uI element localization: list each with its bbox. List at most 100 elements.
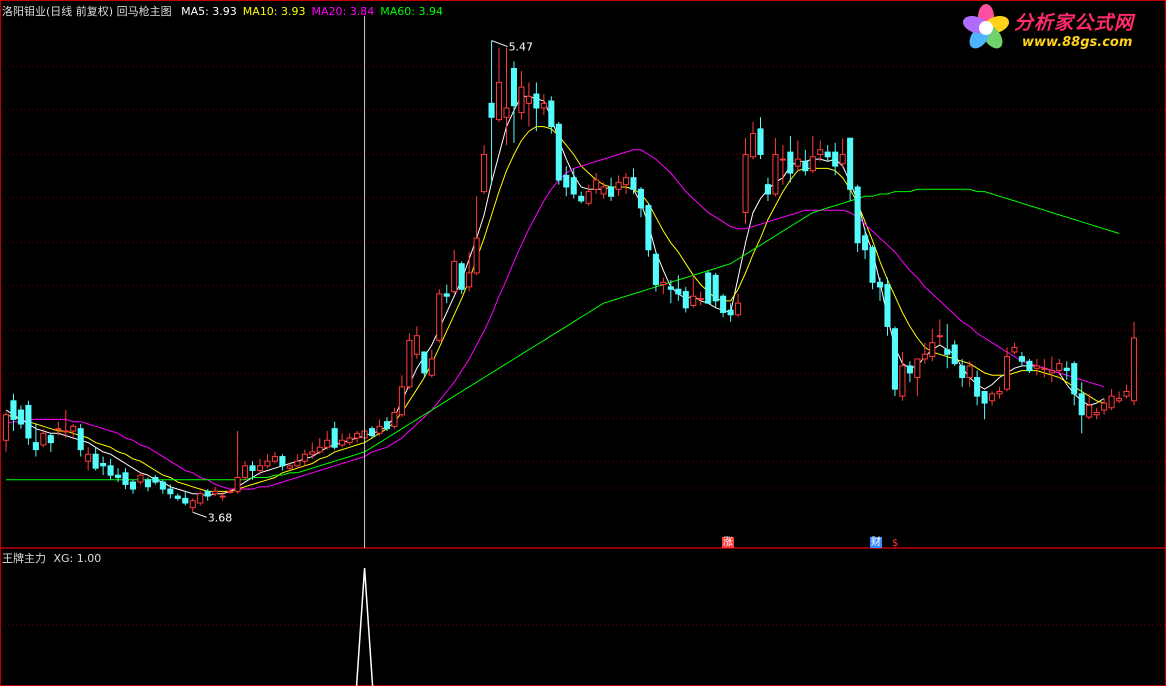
candle bbox=[1018, 351, 1025, 366]
candle-body bbox=[92, 453, 99, 469]
ma-line-ma5 bbox=[5, 95, 1105, 497]
candle bbox=[510, 61, 518, 143]
candle bbox=[1101, 398, 1108, 415]
candle bbox=[525, 82, 532, 127]
candle-body bbox=[951, 344, 958, 365]
candle bbox=[608, 177, 615, 201]
candle-body bbox=[1093, 411, 1100, 416]
candle-body bbox=[391, 411, 398, 427]
candle bbox=[735, 293, 742, 318]
candle-body bbox=[1041, 367, 1048, 370]
candle bbox=[92, 447, 99, 471]
candle-body bbox=[914, 358, 921, 379]
candle-body bbox=[47, 435, 54, 444]
candle-body bbox=[25, 404, 32, 439]
candle-body bbox=[727, 309, 734, 316]
candle bbox=[144, 477, 151, 492]
candle-body bbox=[1056, 363, 1063, 372]
ma-legend-item: MA20: 3.84 bbox=[311, 5, 375, 18]
candle bbox=[458, 261, 465, 294]
candle-body bbox=[1101, 402, 1108, 411]
candle-body bbox=[981, 390, 988, 404]
candle-body bbox=[182, 497, 189, 504]
candle-body bbox=[593, 179, 600, 190]
candle bbox=[749, 121, 757, 160]
candle bbox=[645, 203, 652, 257]
candle bbox=[1071, 361, 1078, 406]
candle-body bbox=[204, 490, 211, 497]
candle bbox=[339, 433, 346, 448]
logo-url: www.88gs.com bbox=[1022, 35, 1133, 50]
candle-body bbox=[279, 456, 286, 467]
candle-body bbox=[735, 302, 742, 316]
candle-body bbox=[77, 428, 84, 451]
candle bbox=[100, 456, 107, 476]
event-marker[interactable]: 涨 bbox=[722, 537, 734, 548]
candle bbox=[481, 145, 488, 194]
candle bbox=[869, 245, 876, 290]
ma-line-ma60 bbox=[6, 188, 1120, 481]
candle bbox=[742, 138, 749, 225]
candle bbox=[264, 454, 271, 469]
sub-title-row: 王牌主力 XG: 1.00 bbox=[2, 552, 101, 565]
candle-body bbox=[645, 205, 652, 251]
ma-legend-item: MA5: 3.93 bbox=[181, 5, 237, 18]
candle-body bbox=[1108, 395, 1115, 409]
candle-body bbox=[488, 102, 495, 118]
candle bbox=[570, 168, 577, 199]
candle bbox=[1093, 407, 1100, 420]
candle-body bbox=[256, 465, 264, 471]
candle bbox=[346, 433, 353, 445]
candle-body bbox=[1123, 390, 1130, 397]
candle-body bbox=[974, 377, 981, 397]
candle-body bbox=[787, 151, 794, 174]
high-price-label: 5.47 bbox=[509, 41, 534, 54]
candle bbox=[85, 447, 92, 471]
candle bbox=[622, 173, 630, 194]
candle bbox=[1026, 358, 1033, 373]
candle-body bbox=[996, 390, 1003, 395]
low-price-label: 3.68 bbox=[208, 511, 233, 524]
candle bbox=[839, 138, 846, 169]
candle bbox=[847, 137, 854, 201]
candle-body bbox=[2, 414, 10, 441]
candle-body bbox=[85, 453, 92, 462]
candle-body bbox=[137, 474, 144, 483]
candle-body bbox=[107, 465, 114, 476]
candle-body bbox=[242, 465, 249, 478]
candle-body bbox=[174, 495, 181, 499]
candle-body bbox=[503, 107, 510, 118]
candle-body bbox=[301, 453, 308, 462]
candle-body bbox=[40, 432, 47, 446]
candle bbox=[279, 454, 286, 471]
ma-legend-item: MA60: 3.94 bbox=[380, 5, 443, 18]
candle-body bbox=[1026, 360, 1033, 372]
candle bbox=[906, 361, 913, 383]
candle bbox=[167, 484, 174, 499]
candle bbox=[152, 475, 159, 485]
candle-body bbox=[824, 151, 831, 158]
candle-body bbox=[772, 153, 779, 195]
candle bbox=[787, 135, 794, 183]
candle-body bbox=[219, 495, 226, 498]
candle-body bbox=[294, 460, 301, 467]
candle bbox=[17, 405, 24, 429]
candle bbox=[712, 272, 719, 308]
candle-body bbox=[899, 365, 906, 397]
candle-body bbox=[1048, 370, 1055, 374]
candle-body bbox=[809, 156, 816, 172]
candle bbox=[981, 390, 988, 420]
candle bbox=[1011, 342, 1018, 355]
candle bbox=[1108, 389, 1115, 411]
candle-body bbox=[839, 153, 846, 165]
candle-body bbox=[466, 272, 473, 288]
candle-body bbox=[615, 181, 622, 190]
candle-body bbox=[518, 86, 525, 114]
candle-body bbox=[368, 428, 376, 437]
candle bbox=[316, 437, 323, 455]
candle bbox=[137, 472, 144, 485]
event-marker[interactable]: $ bbox=[891, 538, 899, 549]
event-marker[interactable]: 财 bbox=[870, 537, 882, 548]
candle-body bbox=[451, 260, 458, 293]
candle-body bbox=[921, 353, 928, 360]
